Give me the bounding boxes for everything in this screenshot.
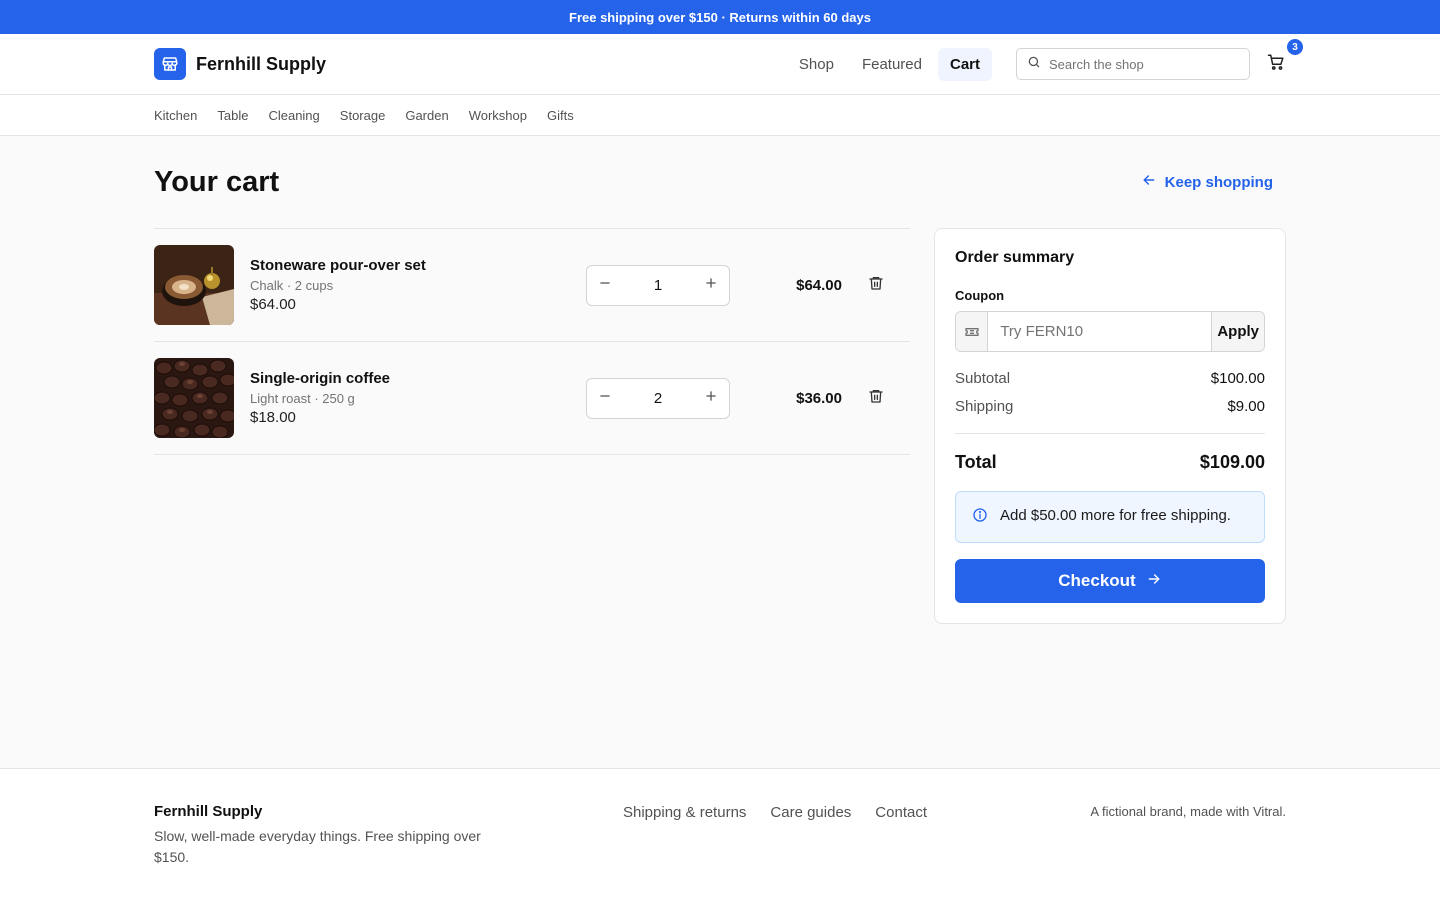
category-workshop[interactable]: Workshop: [469, 108, 527, 123]
footer-links: Shipping & returns Care guides Contact: [623, 803, 927, 900]
footer-link-care-guides[interactable]: Care guides: [770, 804, 851, 900]
coupon-label: Coupon: [955, 288, 1005, 303]
decrease-quantity-button[interactable]: [587, 266, 623, 305]
subtotal-value: $100.00: [1210, 370, 1265, 387]
arrow-right-icon: [1146, 571, 1162, 592]
quantity-stepper: 1: [586, 264, 730, 306]
footer-link-contact[interactable]: Contact: [875, 804, 927, 900]
increase-quantity-button[interactable]: [693, 266, 729, 305]
cart-items: Stoneware pour-over set Chalk · 2 cups $…: [154, 228, 910, 624]
category-storage[interactable]: Storage: [340, 108, 386, 123]
nav-featured[interactable]: Featured: [850, 48, 934, 81]
checkout-label: Checkout: [1058, 571, 1136, 590]
search-icon: [1027, 55, 1041, 74]
cart-icon: [1267, 53, 1285, 76]
promo-banner: Free shipping over $150 · Returns within…: [0, 0, 1440, 34]
remove-item-button[interactable]: [866, 275, 886, 296]
cart-item: Stoneware pour-over set Chalk · 2 cups $…: [154, 229, 910, 342]
storefront-icon: [154, 48, 186, 80]
item-line-total: $36.00: [796, 389, 842, 407]
page-title: Your cart: [154, 165, 280, 198]
item-line-total: $64.00: [796, 276, 842, 294]
ticket-icon: [956, 312, 989, 351]
category-kitchen[interactable]: Kitchen: [154, 108, 197, 123]
shipping-label: Shipping: [955, 398, 1014, 415]
divider: [955, 433, 1265, 434]
shipping-value: $9.00: [1227, 398, 1265, 415]
checkout-button[interactable]: Checkout: [955, 559, 1265, 603]
subtotal-row: Subtotal $100.00: [955, 370, 1265, 387]
item-unit-price: $18.00: [250, 409, 296, 426]
site-footer: Fernhill Supply Slow, well-made everyday…: [0, 768, 1440, 900]
main-content: Your cart Keep shopping Stoneware pour-o…: [0, 136, 1440, 624]
cart-item: Single-origin coffee Light roast · 250 g…: [154, 342, 910, 455]
item-name[interactable]: Stoneware pour-over set: [250, 257, 586, 274]
category-garden[interactable]: Garden: [405, 108, 448, 123]
keep-shopping-label: Keep shopping: [1164, 173, 1273, 191]
search-input[interactable]: [1049, 56, 1239, 72]
quantity-stepper: 2: [586, 377, 730, 419]
item-unit-price: $64.00: [250, 296, 296, 313]
trash-icon: [868, 275, 884, 296]
cart-count-badge: 3: [1287, 39, 1303, 55]
footer-note: A fictional brand, made with Vitral.: [1090, 804, 1286, 819]
arrow-left-icon: [1141, 172, 1157, 192]
plus-icon: [704, 389, 718, 408]
shipping-row: Shipping $9.00: [955, 398, 1265, 415]
nav-shop[interactable]: Shop: [787, 48, 846, 81]
increase-quantity-button[interactable]: [693, 379, 729, 418]
footer-tagline: Slow, well-made everyday things. Free sh…: [154, 828, 481, 865]
free-shipping-text: Add $50.00 more for free shipping.: [1000, 507, 1231, 524]
free-shipping-notice: Add $50.00 more for free shipping.: [955, 491, 1265, 543]
decrease-quantity-button[interactable]: [587, 379, 623, 418]
brand[interactable]: Fernhill Supply: [154, 48, 326, 80]
order-summary: Order summary Coupon Apply Subtotal $100…: [934, 228, 1286, 624]
category-table[interactable]: Table: [217, 108, 248, 123]
order-summary-title: Order summary: [955, 249, 1075, 266]
trash-icon: [868, 388, 884, 409]
search-box[interactable]: [1016, 48, 1250, 80]
nav-cart[interactable]: Cart: [937, 47, 992, 81]
footer-brand-name: Fernhill Supply: [154, 803, 263, 820]
total-row: Total $109.00: [955, 452, 1265, 473]
category-nav: Kitchen Table Cleaning Storage Garden Wo…: [0, 95, 1440, 136]
category-gifts[interactable]: Gifts: [547, 108, 574, 123]
plus-icon: [704, 276, 718, 295]
footer-link-shipping-returns[interactable]: Shipping & returns: [623, 804, 746, 900]
cart-button[interactable]: 3: [1266, 39, 1303, 76]
item-variant: Light roast · 250 g: [250, 391, 355, 406]
coupon-input[interactable]: [988, 312, 1212, 351]
total-value: $109.00: [1199, 452, 1265, 472]
coupon-field: Apply: [955, 311, 1265, 352]
quantity-value[interactable]: 2: [654, 390, 662, 407]
item-name[interactable]: Single-origin coffee: [250, 370, 586, 387]
minus-icon: [598, 389, 612, 408]
info-icon: [972, 504, 988, 530]
item-variant: Chalk · 2 cups: [250, 278, 334, 293]
apply-coupon-button[interactable]: Apply: [1211, 312, 1264, 351]
total-label: Total: [955, 452, 997, 472]
remove-item-button[interactable]: [866, 388, 886, 409]
product-image-coffee[interactable]: [154, 358, 234, 438]
keep-shopping-link[interactable]: Keep shopping: [1141, 172, 1273, 192]
site-header: Fernhill Supply Shop Featured Cart 3: [0, 34, 1440, 95]
product-image-pour-over[interactable]: [154, 245, 234, 325]
subtotal-label: Subtotal: [955, 370, 1011, 387]
quantity-value[interactable]: 1: [654, 277, 662, 294]
minus-icon: [598, 276, 612, 295]
category-cleaning[interactable]: Cleaning: [268, 108, 319, 123]
main-nav: Shop Featured Cart: [787, 47, 992, 81]
brand-name: Fernhill Supply: [196, 53, 327, 74]
